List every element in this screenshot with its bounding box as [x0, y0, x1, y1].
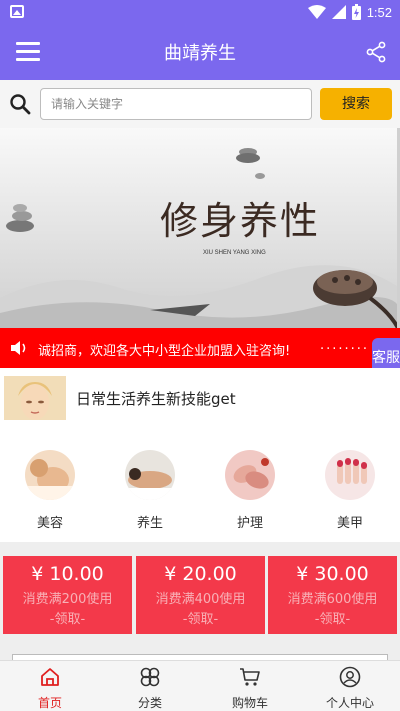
beauty-face-icon — [25, 450, 75, 500]
nail-art-icon — [325, 450, 375, 500]
banner-title: 修身养性 — [160, 199, 321, 243]
category-care[interactable]: 护理 — [200, 430, 300, 542]
coupon-claim-button[interactable]: -领取- — [136, 608, 265, 627]
coupon-condition: 消费满200使用 — [22, 592, 113, 607]
headline-text: 日常生活养生新技能get — [76, 390, 236, 408]
category-label: 美容 — [36, 516, 63, 531]
coupon-card[interactable]: ¥ 30.00 消费满600使用 -领取- — [268, 556, 397, 634]
search-input[interactable] — [40, 88, 312, 120]
coupon-claim-button[interactable]: -领取- — [268, 608, 397, 627]
category-label: 养生 — [136, 516, 163, 531]
coupon-amount: ¥ 30.00 — [296, 563, 369, 585]
coupon-card[interactable]: ¥ 20.00 消费满400使用 -领取- — [136, 556, 265, 634]
home-icon — [41, 668, 59, 686]
search-button[interactable]: 搜索 — [320, 88, 392, 120]
category-icon — [140, 667, 160, 687]
search-icon — [10, 94, 31, 115]
coupon-amount: ¥ 20.00 — [164, 563, 237, 585]
status-icons: 1:52 — [307, 3, 392, 21]
page-title: 曲靖养生 — [164, 43, 236, 64]
gallery-notification-icon — [10, 5, 24, 18]
app-screen: 1:52 曲靖养生 搜索 — [0, 0, 400, 711]
nav-label: 购物车 — [231, 696, 268, 710]
battery-charging-icon — [351, 4, 361, 20]
bottom-navigation: 首页 分类 购物车 个人中心 — [0, 660, 400, 711]
banner-carousel[interactable]: 修身养性 XIU SHEN YANG XING — [0, 128, 400, 328]
category-beauty[interactable]: 美容 — [0, 430, 100, 542]
search-bar: 搜索 — [0, 80, 400, 128]
coupon-claim-button[interactable]: -领取- — [3, 608, 132, 627]
banner-subtitle: XIU SHEN YANG XING — [203, 250, 266, 256]
headline-item[interactable]: 日常生活养生新技能get — [0, 368, 400, 430]
nav-home[interactable]: 首页 — [0, 661, 100, 711]
clock: 1:52 — [366, 4, 392, 20]
share-icon[interactable] — [364, 40, 388, 64]
nav-cart[interactable]: 购物车 — [200, 661, 300, 711]
coupon-condition: 消费满400使用 — [155, 592, 246, 607]
wifi-icon — [307, 5, 326, 19]
status-bar: 1:52 — [0, 0, 400, 24]
nav-profile[interactable]: 个人中心 — [300, 661, 400, 711]
announcement-bar[interactable]: 诚招商，欢迎各大中小型企业加盟入驻咨询! ........ — [0, 328, 400, 368]
headline-thumbnail — [4, 376, 66, 420]
app-bar: 曲靖养生 — [0, 24, 400, 80]
coupon-section: ¥ 10.00 消费满200使用 -领取- ¥ 20.00 消费满400使用 -… — [0, 542, 400, 660]
announcement-text: 诚招商，欢迎各大中小型企业加盟入驻咨询! — [38, 344, 291, 359]
nav-label: 首页 — [37, 696, 62, 710]
category-grid: 美容 养生 护理 美甲 — [0, 430, 400, 542]
nav-label: 分类 — [137, 696, 162, 710]
massage-back-icon — [125, 450, 175, 500]
announcement-trail: ........ — [320, 338, 370, 353]
category-label: 护理 — [236, 516, 263, 531]
user-icon — [339, 666, 361, 688]
nav-label: 个人中心 — [325, 696, 374, 710]
hand-care-icon — [225, 450, 275, 500]
category-wellness[interactable]: 养生 — [100, 430, 200, 542]
coupon-card[interactable]: ¥ 10.00 消费满200使用 -领取- — [3, 556, 132, 634]
coupon-condition: 消费满600使用 — [287, 592, 378, 607]
coupon-amount: ¥ 10.00 — [31, 563, 104, 585]
nav-category[interactable]: 分类 — [100, 661, 200, 711]
category-label: 美甲 — [336, 516, 363, 531]
cart-icon — [240, 668, 260, 686]
speaker-icon — [11, 341, 26, 355]
signal-icon — [331, 5, 346, 19]
category-nails[interactable]: 美甲 — [300, 430, 400, 542]
